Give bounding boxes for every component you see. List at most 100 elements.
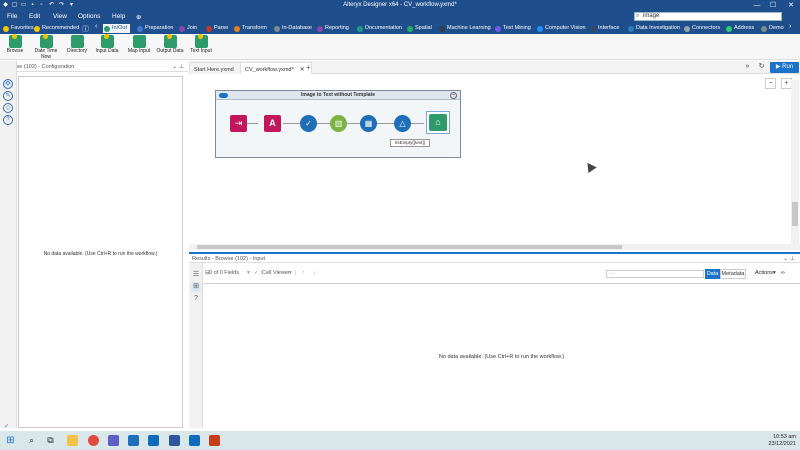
task-view-icon[interactable]: ⧉ xyxy=(45,435,56,446)
arrow-up-icon[interactable]: ↑ xyxy=(302,270,305,276)
outlook-icon[interactable] xyxy=(148,435,159,446)
results-search-input[interactable]: ··· xyxy=(606,270,704,278)
container-toggle[interactable] xyxy=(219,93,228,98)
actions-dropdown[interactable]: Actions xyxy=(755,270,773,276)
tab-parse[interactable]: Parse xyxy=(205,24,228,33)
alteryx-icon[interactable] xyxy=(128,435,139,446)
tab-spatial[interactable]: Spatial xyxy=(406,24,432,33)
text-to-columns-node[interactable]: ▥ xyxy=(330,115,347,132)
system-clock[interactable]: 10:53 am 23/12/2021 xyxy=(768,434,796,448)
table-view-icon[interactable]: ☰ xyxy=(191,270,201,280)
tool-container[interactable]: Image to Text without Template – ⇥ A ✓ ▥… xyxy=(215,90,461,158)
tab-documentation[interactable]: Documentation xyxy=(356,24,402,33)
tool-map-input[interactable]: Map Input xyxy=(124,35,154,55)
tab-interface[interactable]: Interface xyxy=(589,24,619,33)
tab-join[interactable]: Join xyxy=(178,24,197,33)
search-input[interactable]: ⌕ image xyxy=(634,12,782,21)
fields-dropdown[interactable]: 0 of 0 Fields xyxy=(209,270,239,276)
favorite-star-icon xyxy=(166,34,172,39)
tab-address[interactable]: Address xyxy=(725,24,754,33)
canvas-horizontal-scrollbar[interactable] xyxy=(189,244,800,250)
tab-connectors[interactable]: Connectors xyxy=(683,24,720,33)
file-explorer-icon[interactable] xyxy=(67,435,78,446)
tool-date-time-now[interactable]: Date Time Now xyxy=(31,34,61,60)
apply-check-icon[interactable]: ✓ xyxy=(254,270,259,276)
check-node[interactable]: ✓ xyxy=(300,115,317,132)
tool-browse[interactable]: Browse xyxy=(0,34,30,55)
tab-favorites[interactable]: Favorites xyxy=(2,24,34,33)
refresh-icon[interactable]: ↻ xyxy=(756,62,767,73)
minimize-button[interactable]: — xyxy=(752,1,762,10)
search-icon[interactable]: ⌕ xyxy=(26,435,37,446)
help-icon[interactable]: ? xyxy=(191,294,201,304)
tab-in-database[interactable]: In-Database xyxy=(273,24,312,33)
browse-view-icon[interactable]: ⊞ xyxy=(191,282,201,292)
word-icon[interactable] xyxy=(169,435,180,446)
add-tab-button[interactable]: + xyxy=(306,63,311,72)
close-button[interactable]: ✕ xyxy=(786,1,796,10)
image-to-text-node[interactable]: A xyxy=(264,115,281,132)
tab-cv-workflow[interactable]: CV_workflow.yxmd* ✕ xyxy=(240,62,312,74)
chrome-icon[interactable] xyxy=(88,435,99,446)
chevron-down-icon[interactable]: ▾ xyxy=(773,270,776,276)
collapse-icon[interactable]: ⌄ xyxy=(172,64,177,70)
chevron-left-icon[interactable]: ‹ xyxy=(95,23,97,30)
tool-output-data[interactable]: Output Data xyxy=(155,34,185,55)
tab-preparation[interactable]: Preparation xyxy=(136,24,173,33)
powerpoint-icon[interactable] xyxy=(209,435,220,446)
data-button[interactable]: Data xyxy=(705,269,720,279)
pin-icon[interactable]: ⊥ xyxy=(179,64,184,70)
collapse-icon[interactable]: ⌄ xyxy=(783,256,788,262)
chevron-down-icon[interactable]: ▾ xyxy=(247,270,250,276)
run-button[interactable]: ▶ Run xyxy=(770,62,799,73)
metadata-button[interactable]: Metadata xyxy=(720,269,746,279)
tool-text-input[interactable]: Text Input xyxy=(186,34,216,55)
input-data-node[interactable]: ⇥ xyxy=(230,115,247,132)
tab-machine-learning[interactable]: Machine Learning xyxy=(438,24,491,33)
left-icon-strip: ⚙ ✎ ◇ ? xyxy=(0,61,17,428)
arrow-down-icon[interactable]: ↓ xyxy=(313,270,316,276)
tool-input-data[interactable]: Input Data xyxy=(92,34,122,55)
help-icon[interactable]: ? xyxy=(3,115,13,125)
close-tab-icon[interactable]: ✕ xyxy=(300,67,305,73)
tab-data-investigation[interactable]: Data Investigation xyxy=(627,24,680,33)
globe-icon[interactable]: ⊕ xyxy=(136,13,141,21)
windows-start-icon[interactable]: ⊞ xyxy=(5,435,16,446)
menu-view[interactable]: View xyxy=(53,13,67,20)
filter-node[interactable]: △ xyxy=(394,115,411,132)
tag-icon[interactable]: ◇ xyxy=(3,103,13,113)
tab-text-mining[interactable]: Text Mining xyxy=(494,24,531,33)
chevron-right-icon[interactable]: › xyxy=(789,23,791,30)
scroll-thumb[interactable] xyxy=(197,245,622,249)
tab-transform[interactable]: Transform xyxy=(233,24,267,33)
container-collapse-button[interactable]: – xyxy=(450,92,457,99)
pin-icon[interactable]: ⊥ xyxy=(790,256,795,262)
menu-help[interactable]: Help xyxy=(112,13,125,20)
tab-recommended[interactable]: Recommended xyxy=(33,24,79,33)
tab-demo[interactable]: Demo xyxy=(760,24,784,33)
binoculars-icon[interactable]: ∞ xyxy=(781,270,785,276)
teams-icon[interactable] xyxy=(108,435,119,446)
configuration-icon[interactable]: ⚙ xyxy=(3,79,13,89)
tab-computer-vision[interactable]: Computer Vision xyxy=(536,24,586,33)
tab-reporting[interactable]: Reporting xyxy=(316,24,349,33)
tool-directory[interactable]: Directory xyxy=(62,35,92,55)
menu-edit[interactable]: Edit xyxy=(29,13,40,20)
expand-button[interactable]: » xyxy=(742,62,753,73)
mail-icon[interactable] xyxy=(189,435,200,446)
annotation-icon[interactable]: ✎ xyxy=(3,91,13,101)
chevron-down-icon[interactable]: ▾ xyxy=(289,270,292,276)
canvas-vertical-scrollbar[interactable] xyxy=(791,80,799,244)
browse-node[interactable]: ⌂ xyxy=(426,111,450,134)
help-icon[interactable]: ⓘ xyxy=(82,24,89,34)
zoom-out-button[interactable]: − xyxy=(765,78,776,89)
tab-in-out[interactable]: In/Out xyxy=(103,24,130,33)
maximize-button[interactable]: ☐ xyxy=(768,1,778,10)
cell-viewer-dropdown[interactable]: Cell Viewer xyxy=(262,270,290,276)
clock-date: 23/12/2021 xyxy=(768,441,796,447)
scroll-thumb[interactable] xyxy=(792,202,798,226)
menu-options[interactable]: Options xyxy=(78,13,100,20)
workflow-canvas[interactable]: − + Image to Text without Template – ⇥ A… xyxy=(189,74,800,244)
transpose-node[interactable]: ▦ xyxy=(360,115,377,132)
menu-file[interactable]: File xyxy=(7,13,17,20)
